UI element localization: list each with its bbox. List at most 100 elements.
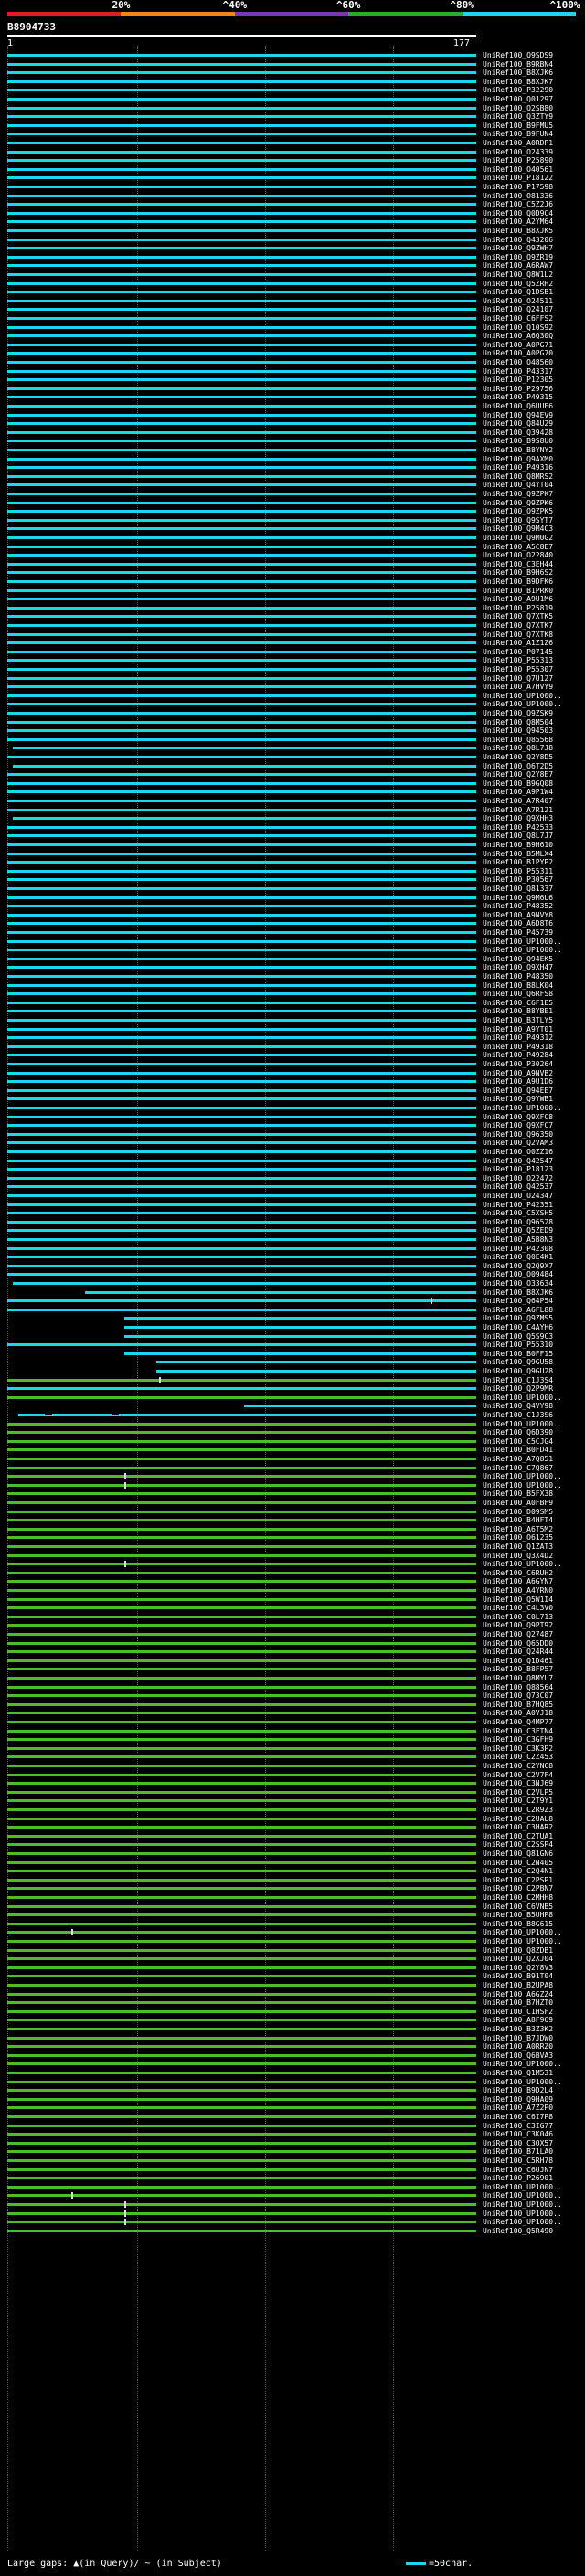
hit-label[interactable]: UniRef100_P49315	[483, 393, 553, 401]
hit-label[interactable]: UniRef100_C2Q4N1	[483, 1867, 553, 1875]
hit-bar[interactable]	[7, 869, 476, 873]
hit-label[interactable]: UniRef100_Q84U29	[483, 419, 553, 428]
hit-bar[interactable]	[7, 1773, 476, 1776]
hit-label[interactable]: UniRef100_A7R407	[483, 797, 553, 805]
hit-row[interactable]: UniRef100_P48352	[0, 902, 585, 910]
hit-label[interactable]: UniRef100_B2UPA8	[483, 1981, 553, 1989]
hit-bar[interactable]	[7, 878, 476, 882]
hit-bar[interactable]	[7, 194, 476, 197]
hit-bar[interactable]	[7, 562, 476, 566]
hit-bar[interactable]	[7, 615, 476, 619]
hit-label[interactable]: UniRef100_C2TUA1	[483, 1832, 553, 1840]
hit-bar[interactable]	[7, 80, 476, 83]
hit-row[interactable]: UniRef100_O40561	[0, 165, 585, 174]
hit-label[interactable]: UniRef100_Q7U127	[483, 674, 553, 683]
hit-bar[interactable]	[7, 1107, 476, 1109]
hit-label[interactable]: UniRef100_Q73C07	[483, 1691, 553, 1700]
hit-label[interactable]: UniRef100_A5B8N3	[483, 1235, 553, 1244]
hit-bar[interactable]	[7, 1633, 476, 1636]
hit-label[interactable]: UniRef100_A0PG70	[483, 349, 553, 357]
hit-row[interactable]: UniRef100_Q96350	[0, 1130, 585, 1139]
hit-label[interactable]: UniRef100_B8G615	[483, 1920, 553, 1928]
hit-label[interactable]: UniRef100_C2N405	[483, 1859, 553, 1867]
hit-row[interactable]: UniRef100_UP1000..	[0, 938, 585, 946]
hit-label[interactable]: UniRef100_C6UJN7	[483, 2166, 553, 2174]
hit-bar[interactable]	[7, 396, 476, 399]
hit-label[interactable]: UniRef100_Q2SB80	[483, 104, 553, 112]
hit-label[interactable]: UniRef100_B1PRK0	[483, 587, 553, 595]
hit-row[interactable]: UniRef100_Q9XFC7	[0, 1121, 585, 1129]
hit-bar[interactable]	[7, 54, 476, 57]
hit-label[interactable]: UniRef100_A4YRN0	[483, 1586, 553, 1595]
hit-row[interactable]: UniRef100_P12305	[0, 376, 585, 384]
hit-row[interactable]: UniRef100_P25890	[0, 156, 585, 164]
hit-bar[interactable]	[7, 922, 476, 926]
hit-label[interactable]: UniRef100_Q96350	[483, 1130, 553, 1139]
hit-row[interactable]: UniRef100_UP1000..	[0, 1928, 585, 1936]
hit-label[interactable]: UniRef100_Q24R44	[483, 1648, 553, 1656]
hit-bar[interactable]	[7, 1510, 476, 1513]
hit-label[interactable]: UniRef100_P48350	[483, 972, 553, 981]
hit-label[interactable]: UniRef100_Q9M4C3	[483, 525, 553, 533]
hit-row[interactable]: UniRef100_B91T04	[0, 1972, 585, 1980]
hit-label[interactable]: UniRef100_Q8MRS2	[483, 472, 553, 481]
hit-label[interactable]: UniRef100_A9P1W4	[483, 788, 553, 796]
hit-label[interactable]: UniRef100_Q6RFS8	[483, 990, 553, 998]
hit-label[interactable]: UniRef100_C3GFH9	[483, 1735, 553, 1744]
hit-row[interactable]: UniRef100_B8XJK5	[0, 227, 585, 235]
hit-label[interactable]: UniRef100_Q2Q9X7	[483, 1262, 553, 1270]
hit-row[interactable]: UniRef100_UP1000..	[0, 2060, 585, 2068]
hit-row[interactable]: UniRef100_Q0D9C4	[0, 209, 585, 217]
hit-bar[interactable]	[7, 2159, 476, 2162]
hit-bar[interactable]	[7, 1870, 476, 1873]
hit-label[interactable]: UniRef100_O24511	[483, 297, 553, 305]
hit-row[interactable]: UniRef100_A6FL88	[0, 1306, 585, 1314]
hit-bar[interactable]	[7, 1922, 476, 1925]
hit-row[interactable]: UniRef100_P42308	[0, 1245, 585, 1253]
hit-bar[interactable]	[7, 527, 476, 531]
hit-label[interactable]: UniRef100_UP1000..	[483, 1104, 562, 1112]
hit-label[interactable]: UniRef100_Q65DD0	[483, 1639, 553, 1648]
hit-row[interactable]: UniRef100_B9H610	[0, 841, 585, 849]
hit-bar[interactable]	[7, 1721, 476, 1723]
hit-bar[interactable]	[7, 142, 476, 144]
hit-row[interactable]: UniRef100_Q9ZPK7	[0, 490, 585, 498]
hit-row[interactable]: UniRef100_Q6UUE6	[0, 402, 585, 410]
hit-bar[interactable]	[7, 676, 476, 680]
hit-row[interactable]: UniRef100_Q9HA09	[0, 2095, 585, 2104]
hit-label[interactable]: UniRef100_Q6UUE6	[483, 402, 553, 410]
hit-row[interactable]: UniRef100_P17598	[0, 183, 585, 191]
hit-label[interactable]: UniRef100_C3FTN4	[483, 1727, 553, 1735]
hit-row[interactable]: UniRef100_O09484	[0, 1270, 585, 1278]
hit-label[interactable]: UniRef100_C3IG77	[483, 2122, 553, 2130]
hit-label[interactable]: UniRef100_P07145	[483, 648, 553, 656]
hit-bar[interactable]	[7, 483, 476, 487]
hit-row[interactable]: UniRef100_A9NVY8	[0, 911, 585, 919]
hit-bar[interactable]	[7, 2229, 476, 2232]
hit-row[interactable]: UniRef100_P30264	[0, 1060, 585, 1068]
hit-label[interactable]: UniRef100_B0FF15	[483, 1350, 553, 1358]
hit-bar[interactable]	[7, 1519, 476, 1522]
hit-label[interactable]: UniRef100_Q94EK5	[483, 955, 553, 963]
hit-label[interactable]: UniRef100_C1J3S4	[483, 1376, 553, 1384]
hit-row[interactable]: UniRef100_A0RDP1	[0, 139, 585, 147]
hit-bar[interactable]	[7, 939, 476, 943]
hit-row[interactable]: UniRef100_P49284	[0, 1051, 585, 1059]
hit-row[interactable]: UniRef100_A9U1D6	[0, 1077, 585, 1086]
hit-bar[interactable]	[7, 2097, 476, 2101]
hit-bar[interactable]	[7, 781, 476, 785]
hit-bar[interactable]	[7, 1826, 476, 1829]
hit-label[interactable]: UniRef100_P25819	[483, 604, 553, 612]
hit-label[interactable]: UniRef100_UP1000..	[483, 2060, 562, 2068]
hit-row[interactable]: UniRef100_C3FTN4	[0, 1727, 585, 1735]
hit-label[interactable]: UniRef100_P49318	[483, 1043, 553, 1051]
hit-row[interactable]: UniRef100_P45739	[0, 928, 585, 937]
hit-row[interactable]: UniRef100_B1PYP2	[0, 858, 585, 866]
hit-label[interactable]: UniRef100_A8F969	[483, 2016, 553, 2024]
hit-label[interactable]: UniRef100_O33634	[483, 1279, 553, 1288]
hit-label[interactable]: UniRef100_O81336	[483, 192, 553, 200]
hit-bar[interactable]	[17, 1414, 476, 1416]
hit-row[interactable]: UniRef100_Q9ZWH7	[0, 244, 585, 252]
hit-bar[interactable]	[7, 343, 476, 346]
hit-bar[interactable]	[7, 694, 476, 697]
